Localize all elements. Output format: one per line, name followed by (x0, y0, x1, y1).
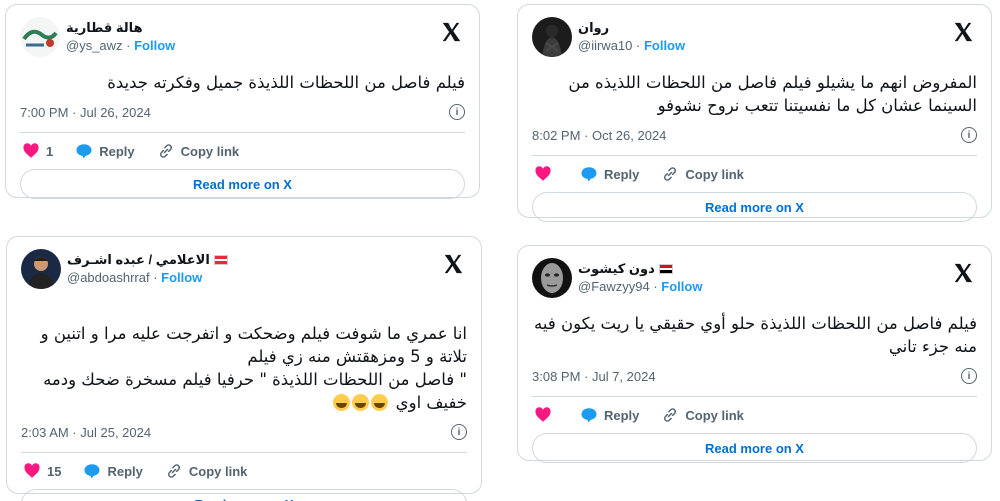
reply-button[interactable]: Reply (580, 165, 639, 183)
like-button[interactable] (534, 165, 558, 183)
follow-button[interactable]: Follow (644, 38, 685, 53)
heart-icon (535, 407, 551, 422)
tweet-card: الاعلامي / عبده اشـرف @abdoashrraf · Fol… (6, 236, 482, 501)
reply-label: Reply (99, 143, 135, 159)
link-icon (664, 167, 677, 181)
tweet-card: روان @iirwa10 · Follow المفروض انهم ما ي… (517, 4, 992, 222)
reply-button[interactable]: Reply (75, 142, 135, 160)
timestamp[interactable]: 3:08 PM · Jul 7, 2024 (532, 369, 656, 384)
display-name[interactable]: الاعلامي / عبده اشـرف (67, 251, 210, 269)
x-logo-icon[interactable] (439, 250, 467, 278)
copy-link-label: Copy link (180, 143, 240, 159)
reply-bubble-icon (76, 144, 92, 159)
heart-icon (24, 463, 40, 478)
read-more-button[interactable]: Read more on X (532, 192, 977, 222)
avatar[interactable] (532, 258, 572, 298)
like-button[interactable]: 1 (22, 142, 53, 160)
copy-link-label: Copy link (685, 407, 744, 423)
reply-button[interactable]: Reply (580, 406, 639, 424)
tweet-text: انا عمري ما شوفت فيلم وضحكت و اتفرجت علي… (21, 299, 467, 414)
tweet-card: دون كيشوت @Fawzyy94 · Follow فيلم فاصل م… (517, 245, 992, 463)
read-more-button[interactable]: Read more on X (20, 169, 465, 199)
reply-bubble-icon (84, 464, 100, 479)
link-icon (159, 144, 172, 158)
info-icon[interactable]: i (961, 368, 977, 384)
info-icon[interactable]: i (961, 127, 977, 143)
tweet-card: هالة قطارية @ys_awz · Follow فيلم فاصل م… (5, 4, 480, 199)
follow-button[interactable]: Follow (134, 38, 175, 53)
link-icon (664, 408, 677, 422)
copy-link-button[interactable]: Copy link (165, 462, 248, 480)
like-button[interactable]: 15 (23, 462, 61, 480)
reply-label: Reply (604, 166, 640, 182)
reply-button[interactable]: Reply (83, 462, 143, 480)
copy-link-button[interactable]: Copy link (661, 406, 744, 424)
avatar[interactable] (21, 249, 61, 289)
timestamp[interactable]: 2:03 AM · Jul 25, 2024 (21, 425, 151, 440)
copy-link-label: Copy link (188, 463, 248, 479)
timestamp[interactable]: 8:02 PM · Oct 26, 2024 (532, 128, 666, 143)
reply-label: Reply (107, 463, 143, 479)
read-more-button[interactable]: Read more on X (21, 489, 467, 501)
handle[interactable]: @Fawzyy94 (578, 279, 650, 294)
reply-bubble-icon (581, 408, 597, 423)
egypt-flag-icon (658, 264, 673, 274)
info-icon[interactable]: i (449, 104, 465, 120)
read-more-button[interactable]: Read more on X (532, 433, 977, 463)
like-count: 1 (46, 143, 54, 159)
handle[interactable]: @ys_awz (66, 38, 123, 53)
avatar[interactable] (532, 17, 572, 57)
x-logo-icon[interactable] (949, 18, 977, 46)
link-icon (167, 464, 180, 478)
handle[interactable]: @abdoashrraf (67, 270, 150, 285)
x-logo-icon[interactable] (949, 259, 977, 287)
display-name[interactable]: هالة قطارية (66, 19, 143, 37)
like-button[interactable] (534, 406, 558, 424)
tweet-text: المفروض انهم ما يشيلو فيلم فاصل من اللحظ… (568, 73, 977, 115)
follow-button[interactable]: Follow (161, 270, 202, 285)
copy-link-button[interactable]: Copy link (157, 142, 240, 160)
copy-link-label: Copy link (685, 166, 744, 182)
avatar[interactable] (20, 17, 60, 57)
tweet-text-body: انا عمري ما شوفت فيلم وضحكت و اتفرجت علي… (40, 324, 467, 412)
x-logo-icon[interactable] (437, 18, 465, 46)
like-count: 15 (47, 463, 62, 479)
follow-button[interactable]: Follow (661, 279, 702, 294)
handle[interactable]: @iirwa10 (578, 38, 632, 53)
austria-flag-icon (213, 255, 228, 265)
timestamp[interactable]: 7:00 PM · Jul 26, 2024 (20, 105, 151, 120)
heart-icon (23, 143, 39, 158)
tweet-text: فيلم فاصل من اللحظات اللذيذة جميل وفكرته… (107, 73, 465, 92)
info-icon[interactable]: i (451, 424, 467, 440)
display-name[interactable]: دون كيشوت (578, 260, 655, 278)
tweet-text: فيلم فاصل من اللحظات اللذيذة حلو أوي حقي… (534, 314, 977, 356)
reply-label: Reply (604, 407, 640, 423)
display-name[interactable]: روان (578, 19, 609, 37)
heart-icon (535, 166, 551, 181)
laughing-emoji (333, 393, 390, 412)
reply-bubble-icon (581, 167, 597, 182)
copy-link-button[interactable]: Copy link (661, 165, 744, 183)
